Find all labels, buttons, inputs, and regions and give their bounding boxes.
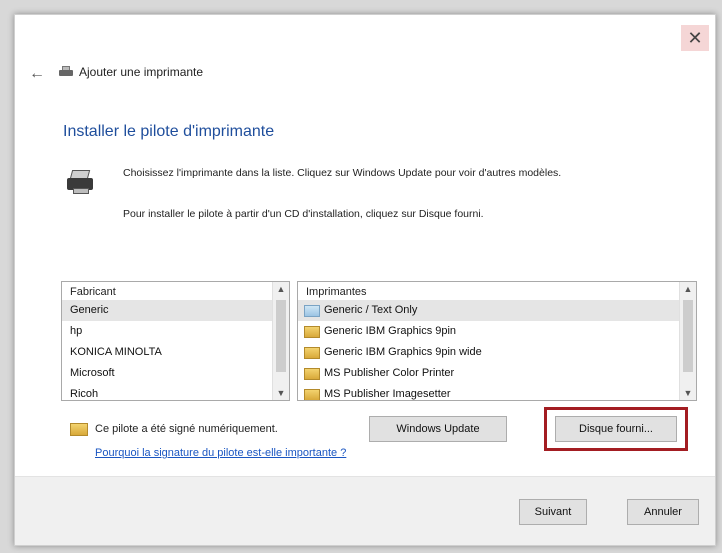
printer-model-icon [304, 325, 320, 338]
cancel-button[interactable]: Annuler [627, 499, 699, 525]
manufacturer-scrollbar[interactable]: ▲ ▼ [272, 282, 289, 400]
manufacturer-item[interactable]: Ricoh [62, 384, 289, 400]
dialog-header-title: Ajouter une imprimante [79, 65, 204, 79]
printer-model-icon [304, 346, 320, 359]
printer-list-header: Imprimantes [306, 286, 367, 298]
printer-item-label: Generic / Text Only [324, 304, 418, 316]
add-printer-dialog: ✕ ← Ajouter une imprimante Installer le … [14, 14, 716, 546]
dialog-header: Ajouter une imprimante [59, 65, 203, 79]
scroll-down-icon[interactable]: ▼ [273, 386, 289, 400]
manufacturer-item[interactable]: hp [62, 321, 289, 342]
signed-driver-icon [70, 423, 88, 436]
next-button[interactable]: Suivant [519, 499, 587, 525]
description-line-1: Choisissez l'imprimante dans la liste. C… [123, 167, 562, 179]
large-printer-icon [67, 170, 95, 196]
scroll-thumb[interactable] [683, 300, 693, 372]
printer-model-icon [304, 304, 320, 317]
printer-item[interactable]: Generic / Text Only [298, 300, 696, 321]
manufacturer-item[interactable]: KONICA MINOLTA [62, 342, 289, 363]
scroll-down-icon[interactable]: ▼ [680, 386, 696, 400]
signature-info-link[interactable]: Pourquoi la signature du pilote est-elle… [95, 447, 346, 459]
scroll-up-icon[interactable]: ▲ [680, 282, 696, 296]
manufacturer-list-header: Fabricant [70, 286, 116, 298]
printer-list[interactable]: Imprimantes Generic / Text Only Generic … [297, 281, 697, 401]
windows-update-button[interactable]: Windows Update [369, 416, 507, 442]
back-arrow-icon[interactable]: ← [29, 65, 45, 83]
manufacturer-item[interactable]: Microsoft [62, 363, 289, 384]
have-disk-button[interactable]: Disque fourni... [555, 416, 677, 442]
printer-item[interactable]: MS Publisher Color Printer [298, 363, 696, 384]
printer-item-label: MS Publisher Imagesetter [324, 388, 451, 400]
signature-status: Ce pilote a été signé numériquement. [95, 423, 278, 435]
printer-item-label: Generic IBM Graphics 9pin wide [324, 346, 482, 358]
printer-model-icon [304, 388, 320, 400]
description-line-2: Pour installer le pilote à partir d'un C… [123, 208, 484, 220]
printer-scrollbar[interactable]: ▲ ▼ [679, 282, 696, 400]
printer-item-label: Generic IBM Graphics 9pin [324, 325, 457, 337]
printer-model-icon [304, 367, 320, 380]
printer-item-label: MS Publisher Color Printer [324, 367, 455, 379]
manufacturer-item[interactable]: Generic [62, 300, 289, 321]
dialog-footer: Suivant Annuler [15, 476, 715, 545]
manufacturer-list[interactable]: Fabricant Generic hp KONICA MINOLTA Micr… [61, 281, 290, 401]
page-title: Installer le pilote d'imprimante [63, 123, 275, 140]
printer-item[interactable]: MS Publisher Imagesetter [298, 384, 696, 400]
scroll-thumb[interactable] [276, 300, 286, 372]
printer-item[interactable]: Generic IBM Graphics 9pin [298, 321, 696, 342]
close-button[interactable]: ✕ [681, 25, 709, 51]
printer-item[interactable]: Generic IBM Graphics 9pin wide [298, 342, 696, 363]
printer-icon [59, 66, 73, 78]
scroll-up-icon[interactable]: ▲ [273, 282, 289, 296]
